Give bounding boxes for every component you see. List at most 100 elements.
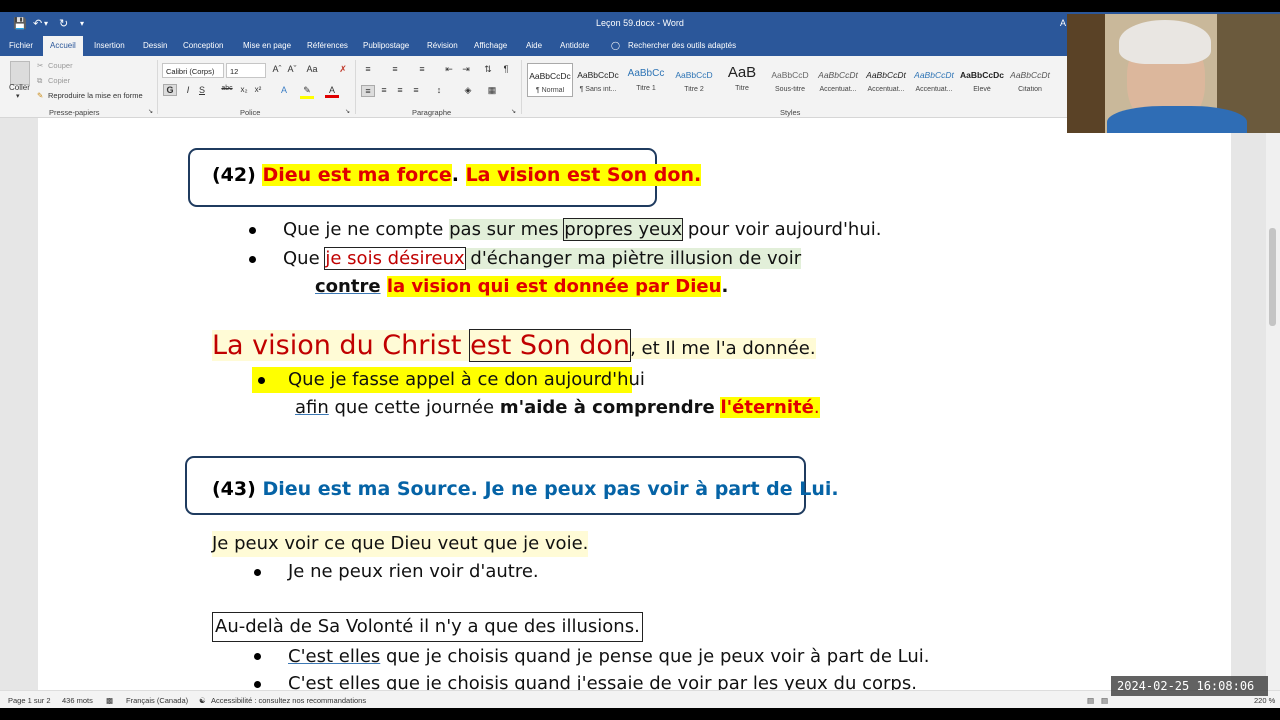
bold-button[interactable]: G — [163, 84, 177, 96]
style-strong[interactable]: AaBbCcDc Élevé — [959, 63, 1005, 97]
tab-conception[interactable]: Conception — [183, 41, 223, 50]
show-marks-icon[interactable]: ¶ — [499, 64, 513, 74]
style-sample: AaBbCcDt — [914, 70, 954, 80]
font-size-combo[interactable]: 12 — [226, 63, 266, 78]
tab-insertion[interactable]: Insertion — [94, 41, 125, 50]
paragraph-group-label: Paragraphe — [412, 108, 452, 117]
focus-mode-icon[interactable]: ▤ — [1087, 696, 1094, 705]
bullet-line-3-continuation[interactable]: afin que cette journée m'aide à comprend… — [295, 395, 820, 421]
proofing-icon[interactable]: ▩ — [106, 696, 113, 705]
style-name: Titre — [735, 85, 749, 92]
style-heading-1[interactable]: AaBbCc Titre 1 — [623, 63, 669, 97]
style-name: Titre 1 — [636, 85, 656, 92]
increase-indent-icon[interactable]: ⇥ — [459, 64, 473, 75]
style-emphasis-intense[interactable]: AaBbCcDt Accentuat... — [911, 63, 957, 97]
webcam-background — [1067, 14, 1105, 133]
font-group-label: Police — [240, 108, 261, 117]
tab-mise-en-page[interactable]: Mise en page — [243, 41, 291, 50]
sort-icon[interactable]: ⇅ — [481, 64, 495, 75]
bullets-icon[interactable]: ≡ — [361, 64, 375, 74]
bullet-line-6[interactable]: C'est elles que je choisis quand j'essai… — [288, 671, 917, 690]
language-indicator[interactable]: Français (Canada) — [126, 696, 188, 705]
text-effects-icon[interactable]: A — [277, 85, 291, 95]
shrink-font-icon[interactable]: Aˇ — [285, 64, 299, 74]
highlight-color-icon[interactable]: ✎ — [300, 85, 314, 99]
tab-dessin[interactable]: Dessin — [143, 41, 167, 50]
style-heading-2[interactable]: AaBbCcD Titre 2 — [671, 63, 717, 97]
paste-button[interactable]: Coller — [9, 83, 30, 92]
clipboard-launcher-icon[interactable]: ↘ — [148, 108, 153, 115]
bullet-line-2[interactable]: Que je sois désireux d'échanger ma piètr… — [283, 246, 802, 272]
tab-references[interactable]: Références — [307, 41, 348, 50]
align-right-icon[interactable]: ≡ — [393, 85, 407, 95]
style-no-spacing[interactable]: AaBbCcDc ¶ Sans int... — [575, 63, 621, 97]
scrollbar-thumb[interactable] — [1269, 228, 1276, 326]
line-spacing-icon[interactable]: ↕ — [432, 85, 446, 95]
read-mode-icon[interactable]: ▤ — [1101, 696, 1108, 705]
multilevel-list-icon[interactable]: ≡ — [415, 64, 429, 74]
style-emphasis-subtle[interactable]: AaBbCcDt Accentuat... — [815, 63, 861, 97]
tab-affichage[interactable]: Affichage — [474, 41, 507, 50]
paste-dropdown-icon[interactable]: ▾ — [16, 92, 20, 100]
bullet-line-4[interactable]: Je ne peux rien voir d'autre. — [288, 559, 539, 585]
vertical-scrollbar[interactable] — [1266, 118, 1280, 690]
style-normal[interactable]: AaBbCcDc ¶ Normal — [527, 63, 573, 97]
subscript-icon[interactable]: x₂ — [237, 85, 251, 94]
style-title[interactable]: AaB Titre — [719, 63, 765, 97]
style-name: Citation — [1018, 86, 1042, 93]
superscript-icon[interactable]: x² — [251, 85, 265, 94]
underline-button[interactable]: S — [195, 85, 209, 95]
borders-icon[interactable]: ▦ — [485, 85, 499, 96]
style-subtitle[interactable]: AaBbCcD Sous-titre — [767, 63, 813, 97]
bullet-dot — [254, 653, 261, 660]
grow-font-icon[interactable]: Aˆ — [270, 64, 284, 74]
tab-revision[interactable]: Révision — [427, 41, 458, 50]
text-run: , et Il me l'a donnée. — [630, 338, 816, 359]
font-color-icon[interactable]: A — [325, 85, 339, 98]
bullet-line-3[interactable]: Que je fasse appel à ce don aujourd'hui — [288, 367, 645, 393]
cut-icon: ✂ — [37, 61, 44, 70]
paragraph-illusions[interactable]: Au-delà de Sa Volonté il n'y a que des i… — [212, 612, 643, 642]
paragraph-launcher-icon[interactable]: ↘ — [511, 108, 516, 115]
shading-icon[interactable]: ◈ — [461, 85, 475, 96]
accessibility-status[interactable]: Accessibilité : consultez nos recommanda… — [211, 696, 366, 705]
tab-aide[interactable]: Aide — [526, 41, 542, 50]
style-emphasis[interactable]: AaBbCcDt Accentuat... — [863, 63, 909, 97]
tab-publipostage[interactable]: Publipostage — [363, 41, 409, 50]
user-initial[interactable]: A — [1060, 18, 1066, 28]
numbering-icon[interactable]: ≡ — [388, 64, 402, 74]
style-quote[interactable]: AaBbCcDt Citation — [1007, 63, 1053, 97]
tab-fichier[interactable]: Fichier — [9, 41, 33, 50]
clipboard-group-label: Presse-papiers — [49, 108, 100, 117]
bullet-line-5[interactable]: C'est elles que je choisis quand je pens… — [288, 644, 929, 670]
tab-antidote[interactable]: Antidote — [560, 41, 589, 50]
document-page[interactable]: (42) Dieu est ma force. La vision est So… — [38, 118, 1231, 690]
bullet-line-1[interactable]: Que je ne compte pas sur mes propres yeu… — [283, 217, 881, 243]
cut-button[interactable]: Couper — [48, 61, 73, 70]
align-center-icon[interactable]: ≡ — [377, 85, 391, 95]
font-launcher-icon[interactable]: ↘ — [345, 108, 350, 115]
paste-icon[interactable] — [10, 61, 30, 85]
justify-icon[interactable]: ≡ — [409, 85, 423, 95]
decrease-indent-icon[interactable]: ⇤ — [442, 64, 456, 75]
page-count[interactable]: Page 1 sur 2 — [8, 696, 51, 705]
zoom-level[interactable]: 220 % — [1254, 696, 1275, 705]
lesson-42-heading[interactable]: (42) Dieu est ma force. La vision est So… — [212, 161, 702, 189]
word-count[interactable]: 436 mots — [62, 696, 93, 705]
clear-formatting-icon[interactable]: ✗ — [336, 64, 350, 75]
align-left-icon[interactable]: ≡ — [361, 85, 375, 97]
tell-me-search[interactable]: Rechercher des outils adaptés — [628, 41, 736, 50]
tab-accueil[interactable]: Accueil — [43, 36, 83, 56]
paragraph-god-wills[interactable]: Je peux voir ce que Dieu veut que je voi… — [212, 531, 589, 557]
strikethrough-button[interactable]: abc — [220, 85, 234, 92]
style-name: ¶ Sans int... — [579, 86, 617, 93]
lesson-43-heading[interactable]: (43) Dieu est ma Source. Je ne peux pas … — [212, 475, 839, 503]
font-name-combo[interactable]: Calibri (Corps) — [162, 63, 224, 78]
copy-button[interactable]: Copier — [48, 76, 70, 85]
change-case-icon[interactable]: Aa — [305, 64, 319, 74]
bullet-line-2-continuation[interactable]: contre la vision qui est donnée par Dieu… — [315, 274, 728, 300]
style-name: Titre 2 — [684, 86, 704, 93]
italic-button[interactable]: I — [181, 85, 195, 95]
christ-vision-paragraph[interactable]: La vision du Christ est Son don, et Il m… — [212, 326, 816, 369]
format-painter-button[interactable]: Reproduire la mise en forme — [48, 91, 143, 100]
